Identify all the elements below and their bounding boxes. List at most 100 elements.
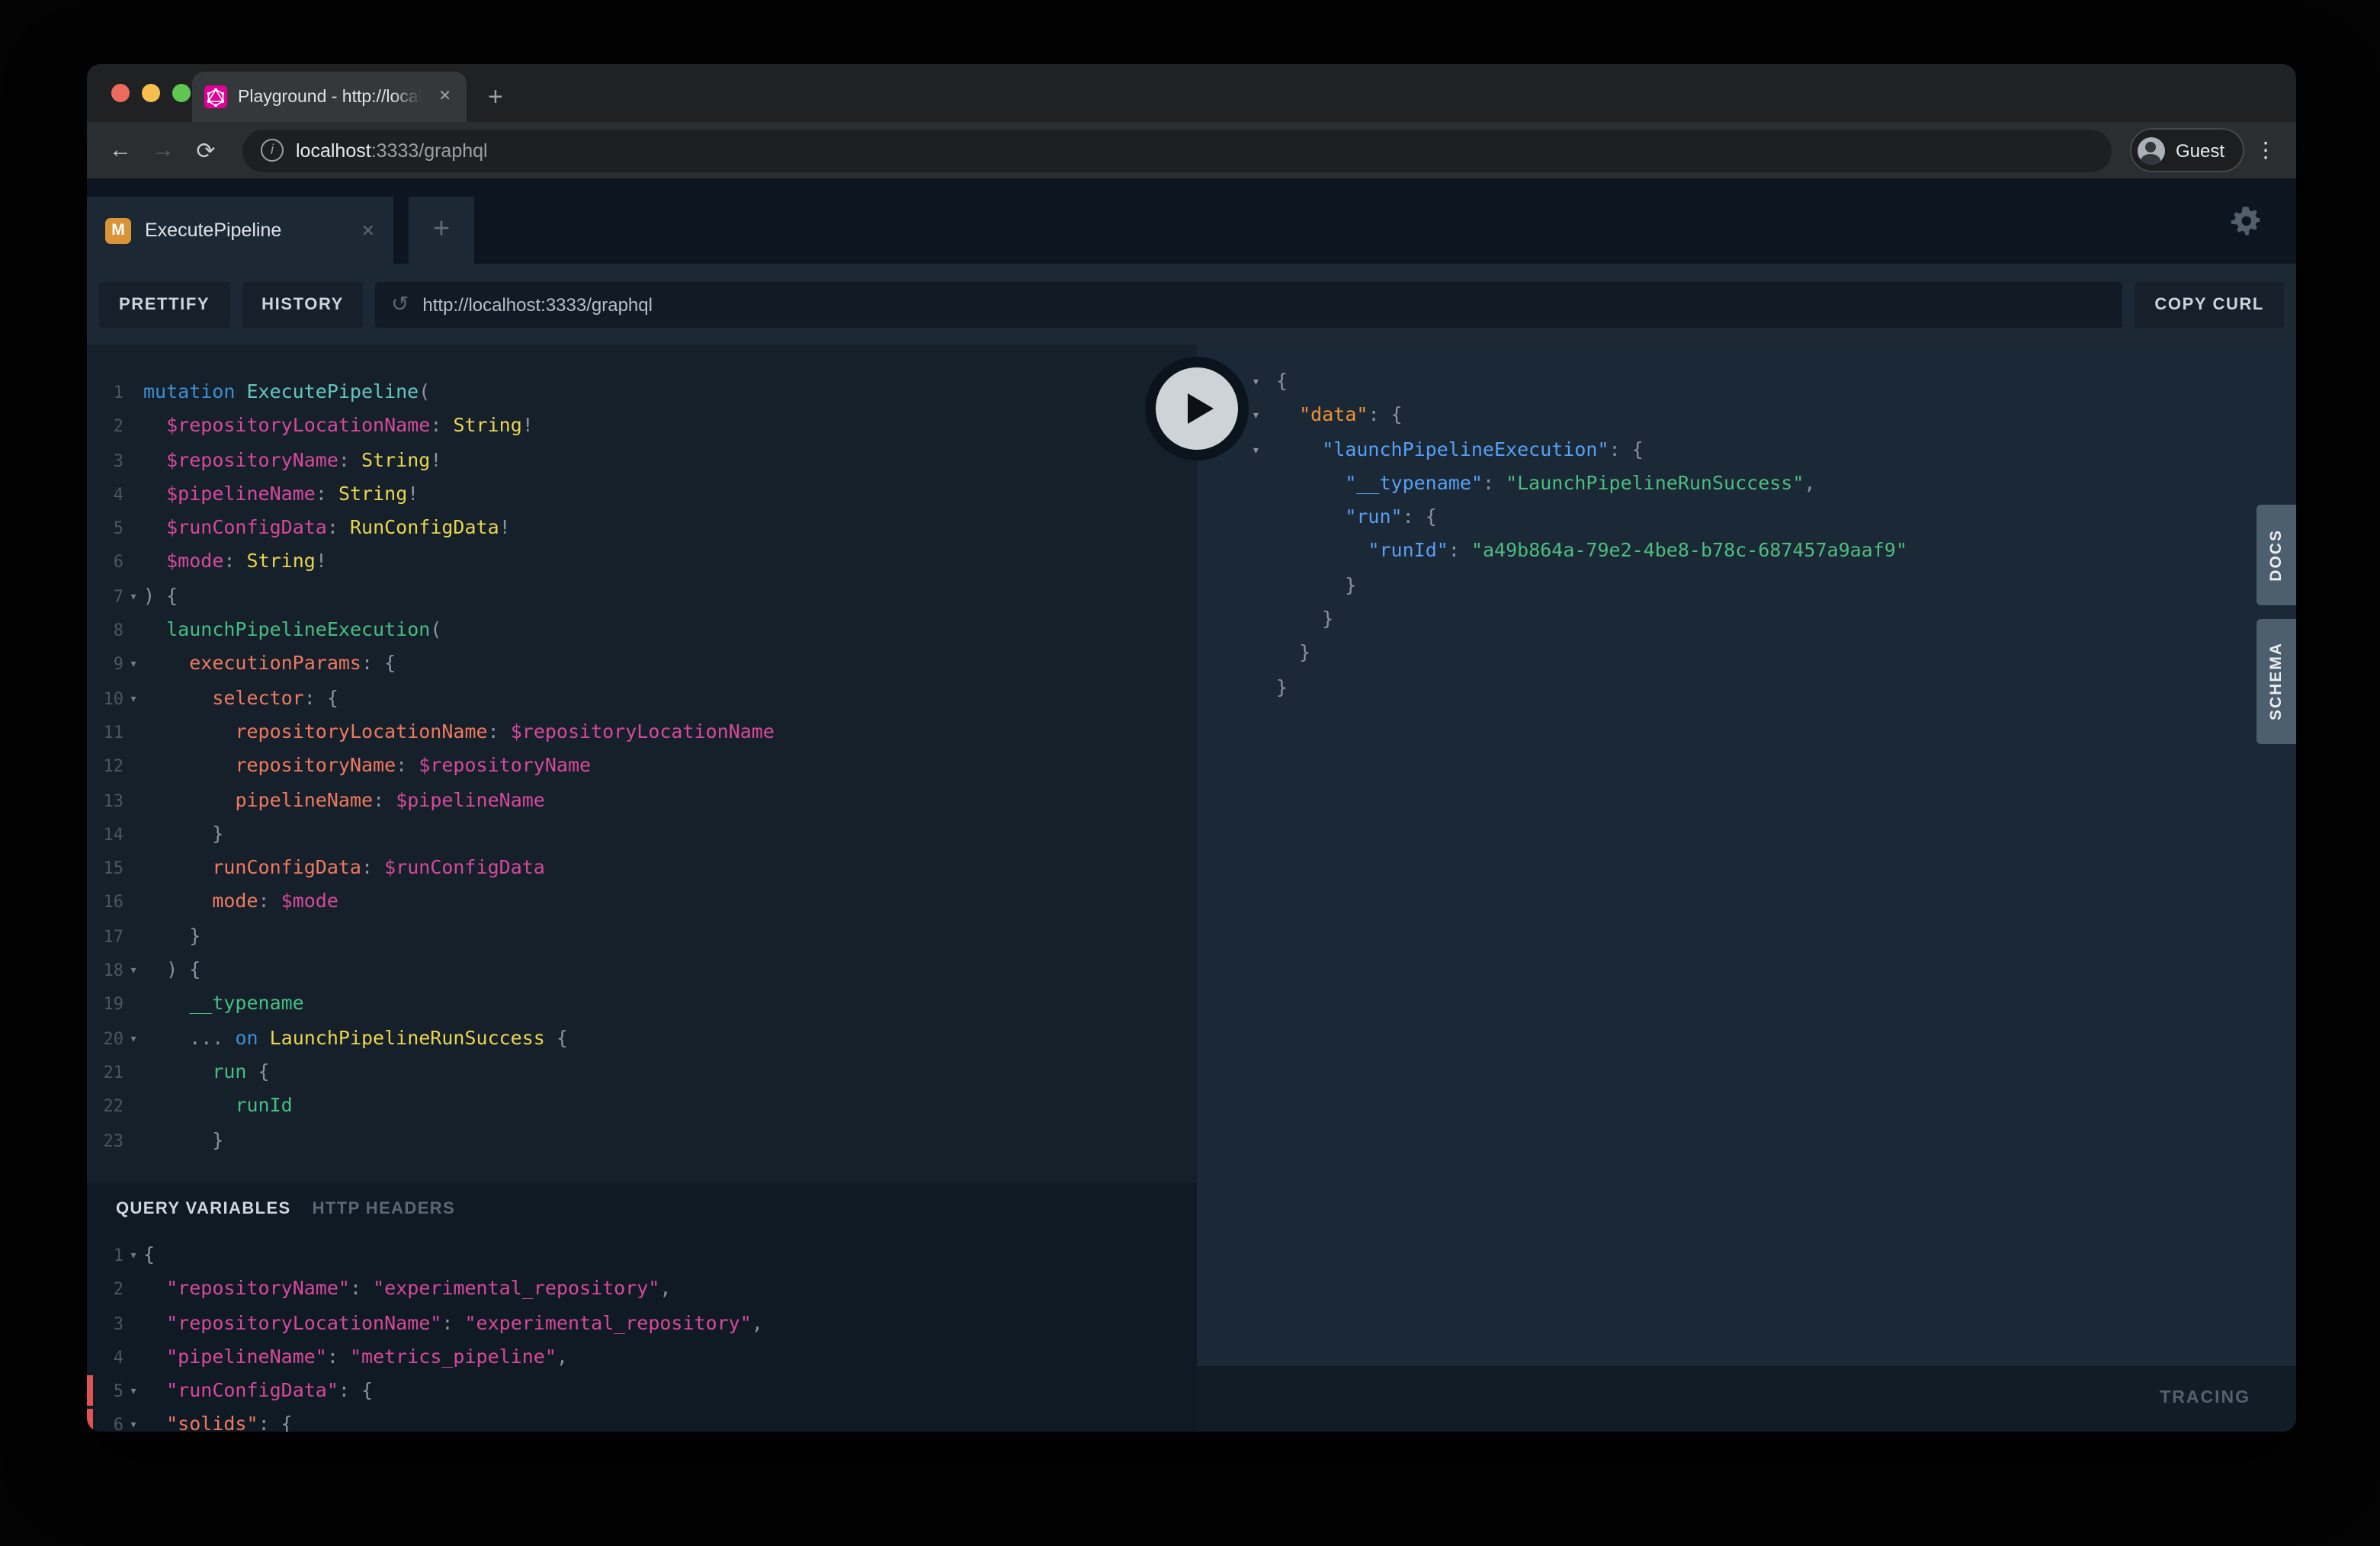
code-line: 9▾ executionParams: { <box>87 647 1197 682</box>
code-line: 13 pipelineName: $pipelineName <box>87 783 1197 817</box>
url-path: :3333/graphql <box>371 140 488 161</box>
code-line: 22 runId <box>87 1089 1197 1123</box>
prettify-button[interactable]: PRETTIFY <box>99 281 229 327</box>
graphql-favicon-icon <box>204 85 227 108</box>
execute-play-button[interactable] <box>1145 357 1249 460</box>
traffic-lights <box>111 84 191 102</box>
line-number: 6 <box>87 1410 123 1432</box>
line-number: 15 <box>87 852 123 887</box>
tab-http-headers[interactable]: HTTP HEADERS <box>313 1200 456 1218</box>
profile-label: Guest <box>2176 140 2224 161</box>
query-editor[interactable]: 1mutation ExecutePipeline(2 $repositoryL… <box>87 345 1197 1183</box>
code-text: { <box>143 1243 155 1265</box>
schema-side-tab[interactable]: SCHEMA <box>2257 619 2296 744</box>
code-text: mutation ExecutePipeline( <box>143 380 430 403</box>
playground-tab-executepipeline[interactable]: M ExecutePipeline ✕ <box>87 197 393 264</box>
code-text: selector: { <box>143 685 338 708</box>
screen: Playground - http://localhost:3 ✕ + ← → … <box>0 0 2380 1546</box>
code-text: runConfigData: $runConfigData <box>143 855 545 878</box>
code-text: "runConfigData": { <box>143 1378 373 1401</box>
code-line: 2 "repositoryName": "experimental_reposi… <box>87 1272 1197 1307</box>
endpoint-input[interactable]: ↺ http://localhost:3333/graphql <box>376 281 2122 327</box>
line-number: 12 <box>87 751 123 785</box>
browser-titlebar: Playground - http://localhost:3 ✕ + <box>87 64 2296 122</box>
tracing-bar[interactable]: TRACING <box>1197 1366 2296 1432</box>
code-text: $runConfigData: RunConfigData! <box>143 515 511 538</box>
code-text: mode: $mode <box>143 890 338 913</box>
graphql-playground: M ExecutePipeline ✕ + PRETTIFY HISTORY ↺ <box>87 178 2296 1432</box>
line-number: 22 <box>87 1090 123 1124</box>
code-line: 20▾ ... on LaunchPipelineRunSuccess { <box>87 1021 1197 1055</box>
reload-icon[interactable]: ⟳ <box>188 136 224 164</box>
line-number: 1 <box>87 377 123 411</box>
settings-gear-icon[interactable] <box>2229 204 2263 238</box>
code-text: "__typename": "LaunchPipelineRunSuccess"… <box>1276 471 1815 494</box>
code-text: { <box>1276 369 1288 392</box>
code-text: } <box>1276 607 1333 630</box>
code-text: "pipelineName": "metrics_pipeline", <box>143 1345 568 1368</box>
left-pane: 1mutation ExecutePipeline(2 $repositoryL… <box>87 345 1197 1432</box>
fold-arrow-icon[interactable]: ▾ <box>1252 366 1276 400</box>
playground-new-tab-button[interactable]: + <box>409 197 474 264</box>
page-info-icon[interactable]: i <box>261 139 284 162</box>
fold-arrow-icon[interactable]: ▾ <box>123 581 143 615</box>
code-line: 21 run { <box>87 1055 1197 1089</box>
fold-arrow-icon[interactable]: ▾ <box>123 954 143 989</box>
line-number: 2 <box>87 411 123 445</box>
line-number: 1 <box>87 1240 123 1274</box>
url-host: localhost <box>296 140 371 161</box>
response-pane: ▾{▾ "data": {▾ "launchPipelineExecution"… <box>1197 345 2296 1432</box>
fold-arrow-icon[interactable]: ▾ <box>1252 434 1276 468</box>
play-icon <box>1156 367 1238 450</box>
mutation-badge: M <box>105 217 131 243</box>
line-number: 7 <box>87 581 123 615</box>
line-number: 18 <box>87 954 123 989</box>
fold-arrow-icon[interactable]: ▾ <box>123 1410 143 1432</box>
browser-tab[interactable]: Playground - http://localhost:3 ✕ <box>192 72 467 122</box>
code-text: "launchPipelineExecution": { <box>1276 437 1644 460</box>
copy-curl-button[interactable]: COPY CURL <box>2135 281 2284 327</box>
forward-icon[interactable]: → <box>145 137 181 163</box>
fold-arrow-icon[interactable]: ▾ <box>123 649 143 683</box>
fold-arrow-icon[interactable]: ▾ <box>123 682 143 717</box>
line-number: 9 <box>87 649 123 683</box>
docs-side-tab[interactable]: DOCS <box>2257 505 2296 605</box>
reload-schema-icon[interactable]: ↺ <box>391 291 409 317</box>
browser-menu-icon[interactable]: ⋮ <box>2250 137 2281 163</box>
endpoint-url: http://localhost:3333/graphql <box>422 293 653 315</box>
close-window-button[interactable] <box>111 84 130 102</box>
profile-button[interactable]: Guest <box>2130 128 2244 172</box>
variables-editor[interactable]: 1▾{2 "repositoryName": "experimental_rep… <box>87 1218 1197 1432</box>
fold-arrow-icon[interactable]: ▾ <box>123 1240 143 1274</box>
code-text: ) { <box>143 584 178 607</box>
code-text: executionParams: { <box>143 652 396 675</box>
code-text: repositoryName: $repositoryName <box>143 754 591 777</box>
code-line: 23 } <box>87 1123 1197 1157</box>
browser-window: Playground - http://localhost:3 ✕ + ← → … <box>87 64 2296 1432</box>
code-line: 8 launchPipelineExecution( <box>87 613 1197 647</box>
code-text: pipelineName: $pipelineName <box>143 787 545 810</box>
code-line: 14 } <box>87 817 1197 852</box>
address-bar: ← → ⟳ i localhost:3333/graphql Guest ⋮ <box>87 122 2296 178</box>
playground-tab-close-icon[interactable]: ✕ <box>361 220 375 240</box>
line-number: 16 <box>87 887 123 921</box>
zoom-window-button[interactable] <box>172 84 191 102</box>
fold-arrow-icon[interactable]: ▾ <box>123 1022 143 1057</box>
code-line: } <box>1252 637 2296 671</box>
minimize-window-button[interactable] <box>142 84 160 102</box>
browser-tab-close-icon[interactable]: ✕ <box>435 85 454 108</box>
back-icon[interactable]: ← <box>102 137 139 163</box>
url-field[interactable]: i localhost:3333/graphql <box>242 129 2112 172</box>
code-line: 4 "pipelineName": "metrics_pipeline", <box>87 1340 1197 1374</box>
playground-tab-title: ExecutePipeline <box>145 220 348 241</box>
code-line: 4 $pipelineName: String! <box>87 477 1197 512</box>
playground-tabbar: M ExecutePipeline ✕ + <box>87 178 2296 264</box>
tab-query-variables[interactable]: QUERY VARIABLES <box>116 1200 291 1218</box>
line-number: 8 <box>87 614 123 649</box>
fold-arrow-icon[interactable]: ▾ <box>1252 400 1276 435</box>
code-text: } <box>143 924 200 947</box>
history-button[interactable]: HISTORY <box>242 281 364 327</box>
new-tab-button[interactable]: + <box>488 82 503 122</box>
code-text: $pipelineName: String! <box>143 482 419 505</box>
fold-arrow-icon[interactable]: ▾ <box>123 1375 143 1410</box>
